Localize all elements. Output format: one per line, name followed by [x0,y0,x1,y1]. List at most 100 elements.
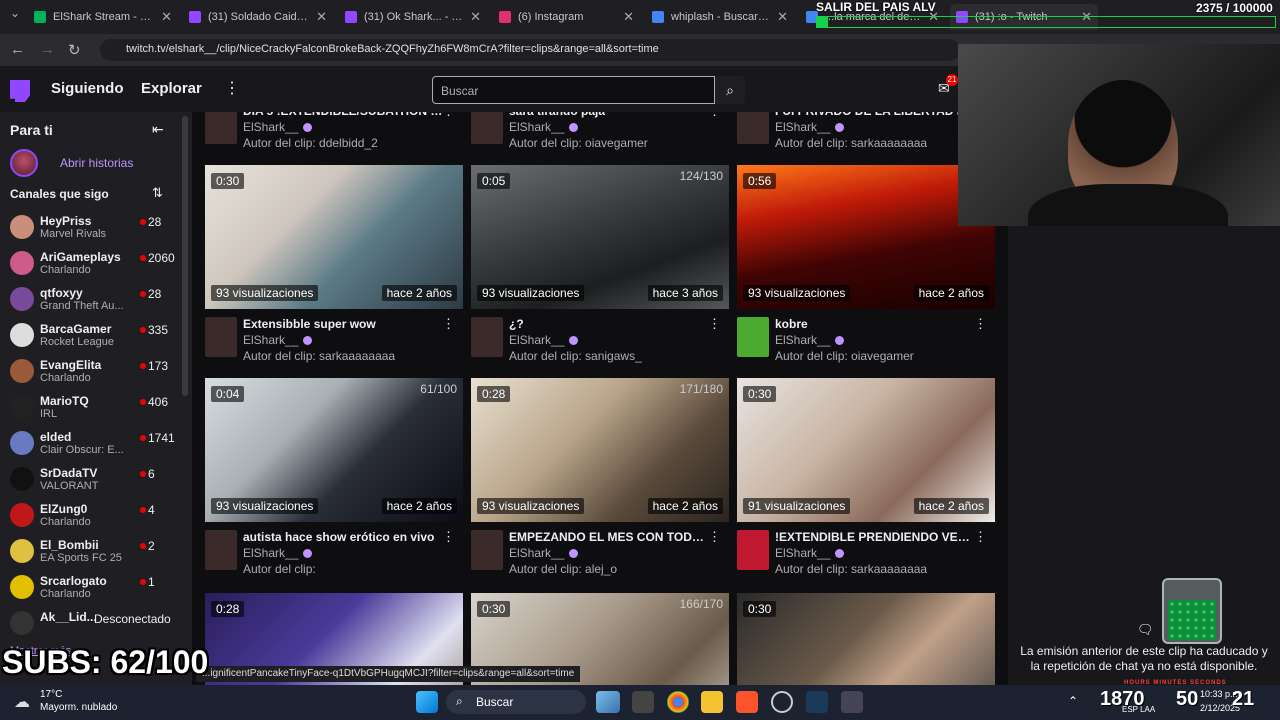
sidebar-channel[interactable]: Ak__Lid... Desconectado [0,607,182,643]
browser-tab[interactable]: (6) Instagram ✕ [493,4,640,30]
clip-title[interactable]: sara tirando paja [509,112,709,118]
clip-meta[interactable]: Extensibble super wow ElShark__ Autor del … [205,315,463,375]
tab-search-chevron-icon[interactable]: ⌄ [10,6,20,20]
clip-broadcaster[interactable]: ElShark__ [243,120,313,134]
sidebar-channel[interactable]: qtfoxyy Grand Theft Au... 28 [0,283,182,319]
clip-meta[interactable]: sara tirando paja ElShark__ Autor del clip… [471,112,729,162]
broadcaster-avatar[interactable] [471,530,503,570]
clip-thumbnail[interactable]: 0:30 [737,593,995,685]
clip-title[interactable]: kobre [775,317,975,331]
cloud-weather-icon[interactable]: ☁ [14,692,30,712]
clip-thumbnail[interactable]: 0:04 61/100 93 visualizaciones hace 2 años [205,378,463,522]
more-options-icon[interactable]: ⋮ [224,78,240,98]
stories-avatar[interactable] [10,149,38,177]
twitch-logo-icon[interactable] [10,80,30,102]
start-button-icon[interactable] [416,691,438,713]
sidebar-channel[interactable]: elded Clair Obscur: E... 1741 [0,427,182,463]
sidebar-channel[interactable]: El_Bombii EA Sports FC 25 2 [0,535,182,571]
broadcaster-avatar[interactable] [471,317,503,357]
browser-tab[interactable]: whiplash - Buscar con ✕ [646,4,794,30]
sidebar-channel[interactable]: SrDadaTV VALORANT 6 [0,463,182,499]
clip-more-icon[interactable]: ⋮ [442,316,455,332]
clip-more-icon[interactable]: ⋮ [442,529,455,545]
clip-more-icon[interactable]: ⋮ [708,316,721,332]
broadcaster-avatar[interactable] [737,317,769,357]
tab-close-icon[interactable]: ✕ [316,9,327,25]
app-icon[interactable] [771,691,793,713]
clip-broadcaster[interactable]: ElShark__ [243,546,313,560]
sidebar-channel[interactable]: MarioTQ IRL 406 [0,391,182,427]
clip-more-icon[interactable]: ⋮ [442,112,455,119]
sidebar-channel[interactable]: BarcaGamer Rocket League 335 [0,319,182,355]
clip-broadcaster[interactable]: ElShark__ [775,546,845,560]
clip-title[interactable]: Extensibble super wow [243,317,443,331]
brave-icon[interactable] [736,691,758,713]
nav-following[interactable]: Siguiendo [51,80,124,97]
browser-tab[interactable]: (31) Ok Shark... - Twitc ✕ [339,4,487,30]
clip-broadcaster[interactable]: ElShark__ [775,120,845,134]
broadcaster-avatar[interactable] [471,112,503,144]
tab-close-icon[interactable]: ✕ [470,9,481,25]
widget-icon[interactable] [596,691,620,713]
clip-title[interactable]: ¿? [509,317,709,331]
sort-icon[interactable]: ⇅ [152,185,163,201]
file-explorer-icon[interactable] [701,691,723,713]
reload-icon[interactable]: ↻ [68,41,81,59]
clip-title[interactable]: autista hace show erótico en vivo [243,530,443,544]
forward-icon[interactable]: → [40,41,55,58]
clip-thumbnail[interactable]: 0:30 91 visualizaciones hace 2 años [737,378,995,522]
browser-tab[interactable]: (31) Soldado Caido... L ✕ [183,4,333,30]
clip-thumbnail[interactable]: 0:28 171/180 93 visualizaciones hace 2 años [471,378,729,522]
clip-title[interactable]: DIA 5 !EXTENDIBLE/SUBATHON ES... [243,112,443,118]
broadcaster-avatar[interactable] [205,317,237,357]
tab-close-icon[interactable]: ✕ [161,9,172,25]
chrome-icon[interactable] [667,691,689,713]
clip-more-icon[interactable]: ⋮ [708,529,721,545]
clip-meta[interactable]: ¿? ElShark__ Autor del clip: sanigaws_ ⋮ [471,315,729,375]
broadcaster-avatar[interactable] [205,112,237,144]
nav-explore[interactable]: Explorar [141,80,202,97]
taskbar-search[interactable]: Buscar [446,690,586,714]
search-input[interactable]: Buscar [432,76,715,104]
sidebar-channel[interactable]: ElZung0 Charlando 4 [0,499,182,535]
collapse-sidebar-icon[interactable]: ⇤ [152,121,164,138]
clip-meta[interactable]: autista hace show erótico en vivo ElShark… [205,528,463,588]
broadcaster-avatar[interactable] [737,530,769,570]
clip-title[interactable]: EMPEZANDO EL MES CON TODA L... [509,530,709,544]
sidebar-channel[interactable]: AriGameplays Charlando 2060 [0,247,182,283]
tab-close-icon[interactable]: ✕ [623,9,634,25]
clip-thumbnail[interactable]: 0:56 93 visualizaciones hace 2 años [737,165,995,309]
tab-close-icon[interactable]: ✕ [777,9,788,25]
clip-broadcaster[interactable]: ElShark__ [509,546,579,560]
broadcaster-avatar[interactable] [205,530,237,570]
url-field[interactable]: twitch.tv/elshark__/clip/NiceCrackyFalco… [100,39,960,61]
clip-title[interactable]: !EXTENDIBLE PRENDIENDO VELITA... [775,530,975,544]
clip-meta[interactable]: FUI PRIVADO DE LA LIBERTAD PO ElShark__ Au… [737,112,995,162]
settings-gear-icon[interactable] [841,691,863,713]
broadcaster-avatar[interactable] [737,112,769,144]
clip-title[interactable]: FUI PRIVADO DE LA LIBERTAD PO [775,112,975,118]
sidebar-channel[interactable]: EvangElita Charlando 173 [0,355,182,391]
clip-more-icon[interactable]: ⋮ [974,529,987,545]
clip-thumbnail[interactable]: 0:05 124/130 93 visualizaciones hace 3 años [471,165,729,309]
clip-broadcaster[interactable]: ElShark__ [243,333,313,347]
task-view-icon[interactable] [632,691,654,713]
clip-broadcaster[interactable]: ElShark__ [509,333,579,347]
open-stories-link[interactable]: Abrir historias [60,156,133,170]
search-button[interactable]: ⌕ [715,76,745,104]
system-tray-chevron-icon[interactable]: ⌃ [1068,694,1078,708]
clip-meta[interactable]: kobre ElShark__ Autor del clip: oiavegamer… [737,315,995,375]
sidebar-channel[interactable]: HeyPriss Marvel Rivals 28 [0,211,182,247]
clip-thumbnail[interactable]: 0:30 93 visualizaciones hace 2 años [205,165,463,309]
back-icon[interactable]: ← [10,41,25,58]
clip-broadcaster[interactable]: ElShark__ [775,333,845,347]
clip-meta[interactable]: !EXTENDIBLE PRENDIENDO VELITA... ElShark_… [737,528,995,588]
clip-broadcaster[interactable]: ElShark__ [509,120,579,134]
clip-more-icon[interactable]: ⋮ [974,316,987,332]
browser-tab[interactable]: ElShark Stream - Watc ✕ [28,4,178,30]
sidebar-channel[interactable]: Srcarlogato Charlando 1 [0,571,182,607]
clip-meta[interactable]: DIA 5 !EXTENDIBLE/SUBATHON ES... ElShark_… [205,112,463,162]
sidebar-scrollbar[interactable] [182,116,188,396]
steam-icon[interactable] [806,691,828,713]
clip-meta[interactable]: EMPEZANDO EL MES CON TODA L... ElShark__ A… [471,528,729,588]
